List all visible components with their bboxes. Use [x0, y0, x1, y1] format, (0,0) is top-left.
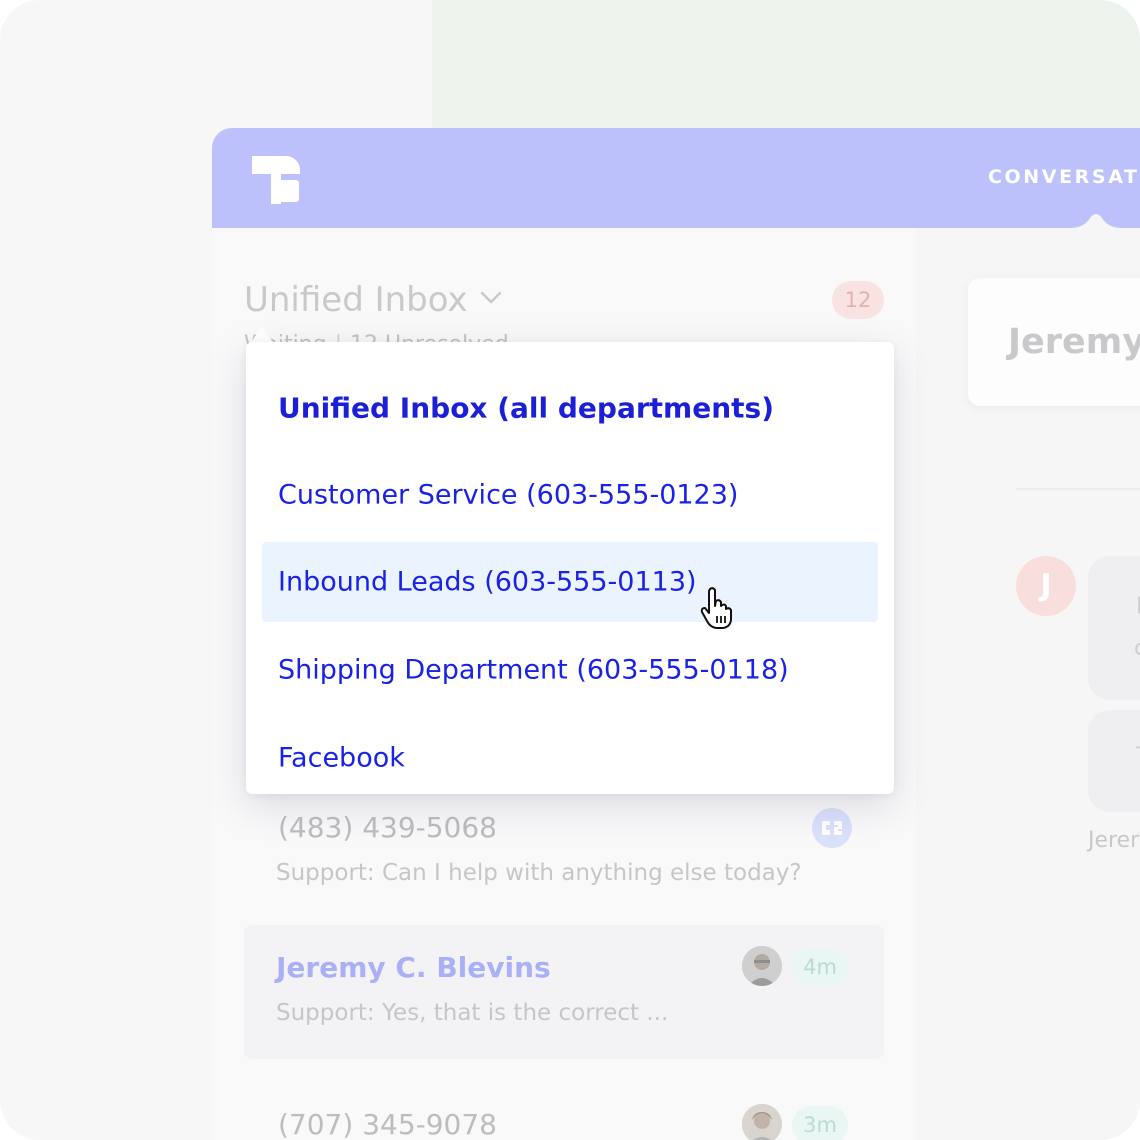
app-logo-icon	[252, 156, 300, 204]
conversation-preview: Support: Can I help with anything else t…	[276, 860, 802, 886]
time-badge: 3m	[792, 1106, 848, 1140]
contact-name: Jeremy	[1008, 322, 1140, 362]
agent-avatar	[742, 1104, 782, 1140]
dropdown-item-shipping-department[interactable]: Shipping Department (603-555-0118)	[262, 630, 878, 710]
dropdown-item-label: Facebook	[278, 742, 405, 774]
message-text-fragment: T	[1136, 744, 1140, 769]
agent-avatar	[742, 946, 782, 986]
dropdown-item-customer-service[interactable]: Customer Service (603-555-0123)	[262, 455, 878, 535]
chevron-down-icon[interactable]	[480, 290, 502, 306]
conversation-item-unread[interactable]	[244, 925, 884, 1059]
message-bubble: I c	[1088, 556, 1140, 700]
panel-divider	[1016, 488, 1140, 490]
conversation-name: Jeremy C. Blevins	[276, 951, 551, 984]
inbox-dropdown-menu: Unified Inbox (all departments) Customer…	[246, 342, 894, 794]
conversation-panel: Jeremy J I c T Jerer	[916, 228, 1140, 1140]
dropdown-item-inbound-leads[interactable]: Inbound Leads (603-555-0113)	[262, 542, 878, 622]
conversation-preview: Support: Yes, that is the correct ...	[276, 1000, 669, 1026]
dropdown-item-unified-inbox[interactable]: Unified Inbox (all departments)	[262, 368, 878, 448]
dropdown-item-facebook[interactable]: Facebook	[262, 718, 878, 798]
message-sender-label: Jerer	[1088, 828, 1140, 853]
dropdown-item-label: Customer Service (603-555-0123)	[278, 479, 739, 511]
top-navigation-bar: CONVERSAT	[212, 128, 1140, 234]
unread-count-badge: 12	[832, 281, 884, 319]
dropdown-item-label: Unified Inbox (all departments)	[278, 391, 774, 425]
message-text-fragment: c	[1134, 636, 1140, 661]
message-bubble: T	[1088, 710, 1140, 812]
time-badge: 4m	[792, 948, 848, 986]
inbox-selector[interactable]: Unified Inbox	[244, 280, 468, 320]
dropdown-item-label: Shipping Department (603-555-0118)	[278, 654, 789, 686]
conversation-name[interactable]: (707) 345-9078	[278, 1108, 497, 1140]
nav-tab-conversations[interactable]: CONVERSAT	[988, 166, 1140, 188]
conversation-name: (483) 439-5068	[278, 811, 497, 844]
hand-pointer-cursor-icon	[700, 587, 732, 629]
contact-card[interactable]: Jeremy	[968, 278, 1140, 406]
message-text-fragment: I	[1136, 594, 1140, 619]
dropdown-item-label: Inbound Leads (603-555-0113)	[278, 566, 697, 598]
contact-avatar: J	[1016, 556, 1076, 616]
screen-frame: CONVERSAT Unified Inbox 12 Waiting|12 Un…	[0, 0, 1140, 1140]
facebook-messenger-icon	[812, 808, 852, 848]
